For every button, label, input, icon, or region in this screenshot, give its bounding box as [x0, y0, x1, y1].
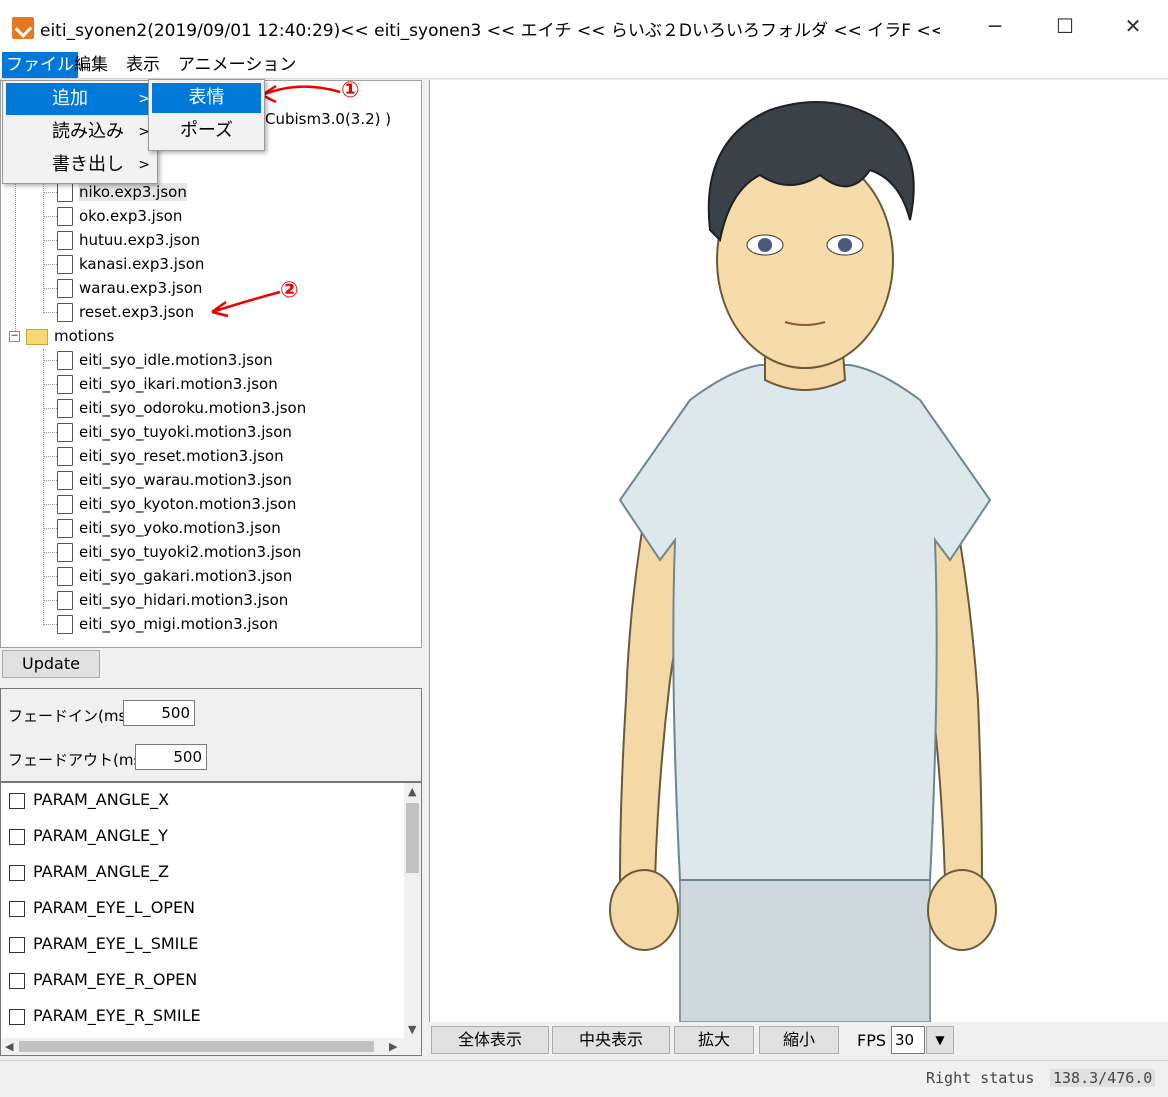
menu-export[interactable]: 書き出し >	[6, 149, 154, 181]
chevron-down-icon[interactable]: ▼	[926, 1026, 954, 1054]
checkbox[interactable]	[9, 864, 25, 881]
fps-select[interactable]: 30	[891, 1026, 925, 1054]
character-model	[609, 101, 997, 1022]
checkbox[interactable]	[9, 900, 25, 917]
param-row[interactable]: PARAM_ANGLE_Z	[9, 859, 169, 885]
param-row[interactable]: PARAM_EYE_R_OPEN	[9, 967, 197, 993]
annotation-1: ①	[341, 78, 360, 103]
horizontal-scrollbar[interactable]: ◀ ▶	[1, 1038, 421, 1055]
chevron-right-icon: >	[138, 157, 150, 173]
param-row[interactable]: PARAM_EYE_R_SMILE	[9, 1003, 201, 1029]
checkbox[interactable]	[9, 972, 25, 989]
checkbox[interactable]	[9, 1008, 25, 1025]
fade-in-input[interactable]: 500	[123, 700, 195, 726]
checkbox[interactable]	[9, 936, 25, 953]
file-menu-dropdown: 追加 > 読み込み > 書き出し >	[2, 80, 158, 184]
checkbox[interactable]	[9, 828, 25, 845]
fade-out-label: フェードアウト(ms)	[8, 751, 148, 769]
scroll-up-icon[interactable]: ▲	[408, 785, 416, 798]
annotation-arrow-1	[261, 84, 341, 104]
param-row[interactable]: PARAM_EYE_L_OPEN	[9, 895, 195, 921]
zoom-out-button[interactable]: 縮小	[759, 1026, 839, 1054]
zoom-in-button[interactable]: 拡大	[674, 1026, 754, 1054]
scroll-left-icon[interactable]: ◀	[5, 1040, 13, 1053]
vertical-scrollbar[interactable]: ▲ ▼	[404, 783, 421, 1039]
submenu-expression[interactable]: 表情	[152, 83, 261, 113]
menu-load[interactable]: 読み込み >	[6, 116, 154, 148]
annotation-2: ②	[280, 278, 299, 303]
status-bar: Right status 138.3/476.0	[0, 1060, 1168, 1097]
param-row[interactable]: PARAM_EYE_L_SMILE	[9, 931, 198, 957]
scroll-thumb[interactable]	[19, 1041, 374, 1052]
fade-in-label: フェードイン(ms)	[8, 707, 133, 725]
scroll-thumb[interactable]	[406, 803, 419, 873]
status-label: Right status	[926, 1069, 1035, 1087]
annotation-arrow-2	[211, 290, 281, 318]
fit-all-button[interactable]: 全体表示	[431, 1026, 549, 1054]
param-row[interactable]: PARAM_ANGLE_X	[9, 787, 169, 813]
fps-label: FPS	[857, 1031, 887, 1050]
scroll-right-icon[interactable]: ▶	[389, 1040, 397, 1053]
status-value: 138.3/476.0	[1050, 1069, 1156, 1087]
param-row[interactable]: PARAM_ANGLE_Y	[9, 823, 168, 849]
update-button[interactable]: Update	[2, 650, 100, 678]
parameter-list: PARAM_ANGLE_X PARAM_ANGLE_Y PARAM_ANGLE_…	[0, 782, 422, 1056]
fade-out-input[interactable]: 500	[135, 744, 207, 770]
submenu-pose[interactable]: ポーズ	[152, 116, 261, 146]
viewer-toolbar: 全体表示 中央表示 拡大 縮小 FPS 30 ▼	[429, 1022, 1168, 1060]
add-submenu: 表情 ポーズ	[148, 79, 265, 151]
checkbox[interactable]	[9, 792, 25, 809]
center-view-button[interactable]: 中央表示	[552, 1026, 670, 1054]
menu-add[interactable]: 追加 >	[6, 83, 154, 115]
model-viewer[interactable]	[429, 80, 1168, 1022]
scroll-down-icon[interactable]: ▼	[408, 1023, 416, 1036]
fade-settings: フェードイン(ms) 500 フェードアウト(ms) 500	[0, 688, 422, 782]
